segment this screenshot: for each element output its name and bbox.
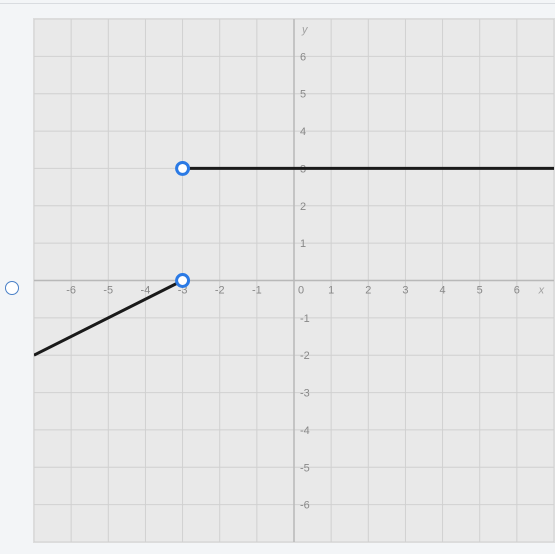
xtick-5: 5 — [477, 284, 483, 296]
ytick-1: 1 — [300, 238, 306, 250]
ytick--5: -5 — [300, 462, 310, 474]
ytick--3: -3 — [300, 388, 310, 400]
piecewise-graph: -6-5-4-3-2-10123456-6-5-4-3-2-1123456xy — [33, 18, 555, 543]
xtick--6: -6 — [66, 284, 76, 296]
xtick-6: 6 — [514, 284, 520, 296]
top-divider — [0, 3, 555, 4]
open-point-1 — [177, 162, 189, 174]
xtick-3: 3 — [402, 284, 408, 296]
xtick--5: -5 — [103, 284, 113, 296]
x-axis-label: x — [538, 284, 545, 296]
xtick-1: 1 — [328, 284, 334, 296]
plot-svg: -6-5-4-3-2-10123456-6-5-4-3-2-1123456xy — [34, 19, 554, 542]
xtick--4: -4 — [141, 284, 151, 296]
xtick--1: -1 — [252, 284, 262, 296]
ytick--2: -2 — [300, 350, 310, 362]
xtick-4: 4 — [440, 284, 446, 296]
y-axis-label: y — [301, 24, 309, 36]
ytick--6: -6 — [300, 500, 310, 512]
ytick-5: 5 — [300, 89, 306, 101]
ytick-2: 2 — [300, 201, 306, 213]
ytick--1: -1 — [300, 313, 310, 325]
option-row[interactable] — [5, 281, 19, 295]
radio-button[interactable] — [5, 281, 19, 295]
xtick-0: 0 — [298, 284, 304, 296]
xtick--2: -2 — [215, 284, 225, 296]
xtick-2: 2 — [365, 284, 371, 296]
ytick--4: -4 — [300, 425, 310, 437]
ytick-4: 4 — [300, 126, 306, 138]
ytick-6: 6 — [300, 51, 306, 63]
open-point-0 — [177, 275, 189, 287]
